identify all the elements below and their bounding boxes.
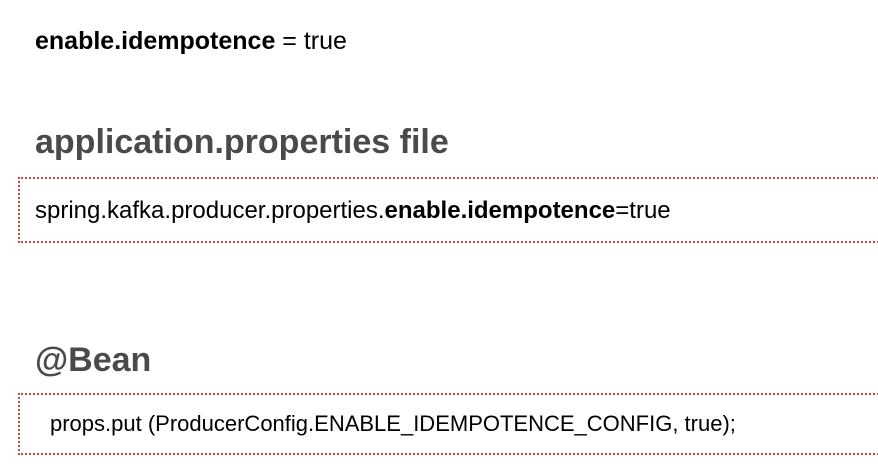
idempotence-value: = true bbox=[275, 27, 347, 55]
properties-key: enable.idempotence bbox=[384, 197, 616, 224]
properties-prefix: spring.kafka.producer.properties. bbox=[35, 197, 385, 224]
application-properties-heading: application.properties file bbox=[35, 123, 449, 161]
properties-suffix: =true bbox=[615, 197, 671, 224]
bean-heading: @Bean bbox=[35, 341, 152, 379]
idempotence-setting-line: enable.idempotence = true bbox=[35, 25, 347, 57]
bean-code: props.put (ProducerConfig.ENABLE_IDEMPOT… bbox=[50, 411, 736, 436]
application-properties-code: spring.kafka.producer.properties.enable.… bbox=[35, 196, 671, 226]
idempotence-key: enable.idempotence bbox=[35, 27, 276, 55]
